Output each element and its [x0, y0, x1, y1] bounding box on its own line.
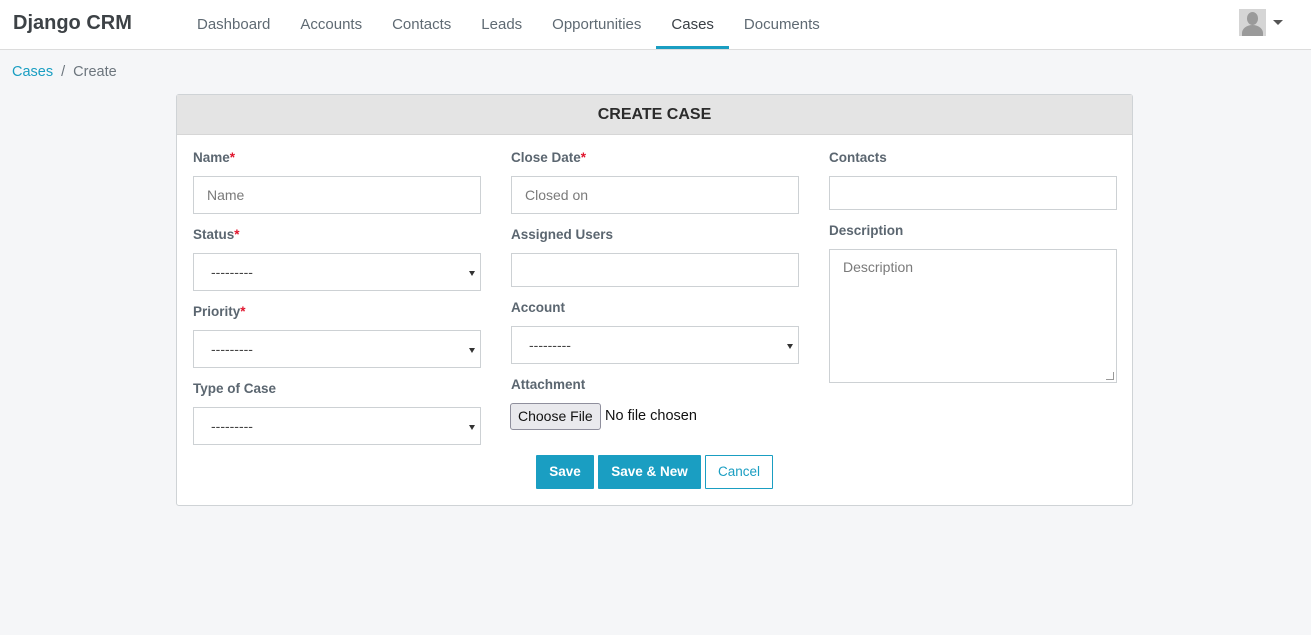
select-arrow-icon	[469, 271, 475, 276]
user-menu[interactable]	[1239, 9, 1283, 36]
attachment-label: Attachment	[511, 377, 586, 392]
required-mark: *	[229, 150, 236, 165]
account-label: Account	[511, 300, 565, 315]
priority-select[interactable]: ---------	[193, 330, 481, 368]
card-title: CREATE CASE	[177, 95, 1132, 135]
assigned-users-input[interactable]	[511, 253, 799, 287]
name-label: Name*	[193, 150, 236, 165]
choose-file-button[interactable]: Choose File	[510, 403, 601, 430]
required-mark: *	[234, 227, 240, 242]
nav-item-cases[interactable]: Cases	[656, 0, 729, 49]
name-input[interactable]: Name	[193, 176, 481, 214]
nav-item-opportunities[interactable]: Opportunities	[537, 0, 656, 49]
status-selected-value: ---------	[211, 264, 253, 280]
nav-item-leads[interactable]: Leads	[466, 0, 537, 49]
status-label: Status*	[193, 227, 240, 242]
select-arrow-icon	[469, 425, 475, 430]
close-date-label: Close Date*	[511, 150, 587, 165]
save-button[interactable]: Save	[536, 455, 594, 489]
close-date-input[interactable]: Closed on	[511, 176, 799, 214]
breadcrumb-separator: /	[61, 64, 66, 80]
caret-down-icon[interactable]	[1273, 20, 1283, 25]
nav-item-dashboard[interactable]: Dashboard	[182, 0, 285, 49]
cancel-button[interactable]: Cancel	[705, 455, 773, 489]
select-arrow-icon	[787, 344, 793, 349]
account-selected-value: ---------	[529, 337, 571, 353]
description-placeholder: Description	[843, 259, 914, 275]
nav-item-accounts[interactable]: Accounts	[285, 0, 377, 49]
resize-handle-icon[interactable]	[1106, 372, 1114, 380]
nav-item-documents[interactable]: Documents	[729, 0, 835, 49]
status-select[interactable]: ---------	[193, 253, 481, 291]
case-type-selected-value: ---------	[211, 418, 253, 434]
description-label: Description	[829, 223, 904, 238]
case-type-select[interactable]: ---------	[193, 407, 481, 445]
required-mark: *	[240, 304, 246, 319]
priority-label: Priority*	[193, 304, 246, 319]
select-arrow-icon	[469, 348, 475, 353]
breadcrumb-cases-link[interactable]: Cases	[12, 64, 53, 80]
create-case-card: CREATE CASE Name* Name Status* ---------…	[176, 94, 1133, 506]
account-select[interactable]: ---------	[511, 326, 799, 364]
top-navbar: Django CRM Dashboard Accounts Contacts L…	[0, 0, 1311, 50]
description-textarea[interactable]: Description	[829, 249, 1117, 383]
main-nav: Dashboard Accounts Contacts Leads Opport…	[182, 0, 835, 49]
user-avatar-icon[interactable]	[1239, 9, 1266, 36]
nav-item-contacts[interactable]: Contacts	[377, 0, 466, 49]
case-type-label: Type of Case	[193, 381, 277, 396]
contacts-label: Contacts	[829, 150, 887, 165]
contacts-input[interactable]	[829, 176, 1117, 210]
priority-selected-value: ---------	[211, 341, 253, 357]
save-and-new-button[interactable]: Save & New	[598, 455, 701, 489]
assigned-users-label: Assigned Users	[511, 227, 614, 242]
file-status: No file chosen	[605, 408, 697, 424]
brand-logo[interactable]: Django CRM	[13, 12, 132, 35]
breadcrumb: Cases / Create	[12, 64, 117, 80]
required-mark: *	[580, 150, 587, 165]
breadcrumb-current: Create	[73, 64, 117, 80]
